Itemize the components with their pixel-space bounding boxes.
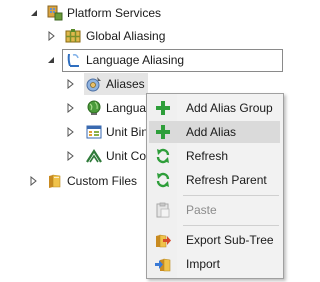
add-icon <box>155 124 171 140</box>
add-icon <box>155 100 171 116</box>
tree-node-label: Unit Cor <box>106 149 146 163</box>
menu-item-add-alias-group[interactable]: Add Alias Group <box>149 97 280 119</box>
menu-item-refresh[interactable]: Refresh <box>149 145 280 167</box>
menu-item-add-alias[interactable]: Add Alias <box>149 121 280 143</box>
tree-node-label: Global Aliasing <box>86 29 166 43</box>
tree-node-label: Platform Services <box>67 6 162 20</box>
menu-separator <box>183 195 279 196</box>
menu-item-label: Export Sub-Tree <box>186 233 274 247</box>
menu-item-label: Add Alias Group <box>186 101 273 115</box>
menu-item-paste[interactable]: Paste <box>149 199 280 221</box>
menu-separator <box>183 225 279 226</box>
language-aliasing-icon <box>65 52 81 68</box>
refresh-icon <box>155 172 171 188</box>
menu-item-export-sub-tree[interactable]: Export Sub-Tree <box>149 229 280 251</box>
menu-item-import[interactable]: Import <box>149 253 280 275</box>
tree-node-label: Language Aliasing <box>86 53 185 67</box>
menu-item-label: Import <box>186 257 221 271</box>
tree-node-label: Languag <box>106 101 146 115</box>
menu-item-label: Refresh <box>186 149 229 163</box>
expand-arrow-icon[interactable] <box>65 103 75 113</box>
globe-icon <box>86 100 102 116</box>
tree-node-global-aliasing[interactable]: Global Aliasing <box>0 25 291 47</box>
platform-services-icon <box>47 5 63 21</box>
tree-node-label: Custom Files <box>67 174 138 188</box>
menu-item-label: Refresh Parent <box>186 173 267 187</box>
import-icon <box>155 256 171 272</box>
expand-arrow-icon[interactable] <box>46 31 56 41</box>
folder-icon <box>47 173 63 189</box>
expand-arrow-icon[interactable] <box>65 79 75 89</box>
unit-binding-icon <box>86 124 102 140</box>
tree-node-custom-files[interactable]: Custom Files <box>0 170 146 192</box>
collapse-arrow-icon[interactable] <box>46 55 56 65</box>
expand-arrow-icon[interactable] <box>65 151 75 161</box>
tree-node-aliases[interactable]: Aliases <box>0 73 148 95</box>
refresh-icon <box>155 148 171 164</box>
tree-node-unit-connection[interactable]: Unit Cor <box>0 145 146 167</box>
menu-item-label: Paste <box>186 203 217 217</box>
aliases-icon <box>86 76 102 92</box>
global-aliasing-icon <box>65 28 81 44</box>
expand-arrow-icon[interactable] <box>65 127 75 137</box>
export-icon <box>155 232 171 248</box>
tree-node-label: Aliases <box>106 77 145 91</box>
collapse-arrow-icon[interactable] <box>29 8 39 18</box>
paste-icon <box>155 202 171 218</box>
tree-node-unit-binding[interactable]: Unit Bin <box>0 121 146 143</box>
expand-arrow-icon[interactable] <box>28 176 38 186</box>
menu-item-label: Add Alias <box>186 125 237 139</box>
tree-node-language-aliasing[interactable]: Language Aliasing <box>0 49 291 71</box>
tree-node-label: Unit Bin <box>106 125 146 139</box>
tree-node-languages[interactable]: Languag <box>0 97 146 119</box>
context-menu: Add Alias Group Add Alias Refresh Refres… <box>146 93 284 279</box>
unit-connection-icon <box>86 148 102 164</box>
tree-node-platform-services[interactable]: Platform Services <box>0 2 291 24</box>
menu-item-refresh-parent[interactable]: Refresh Parent <box>149 169 280 191</box>
